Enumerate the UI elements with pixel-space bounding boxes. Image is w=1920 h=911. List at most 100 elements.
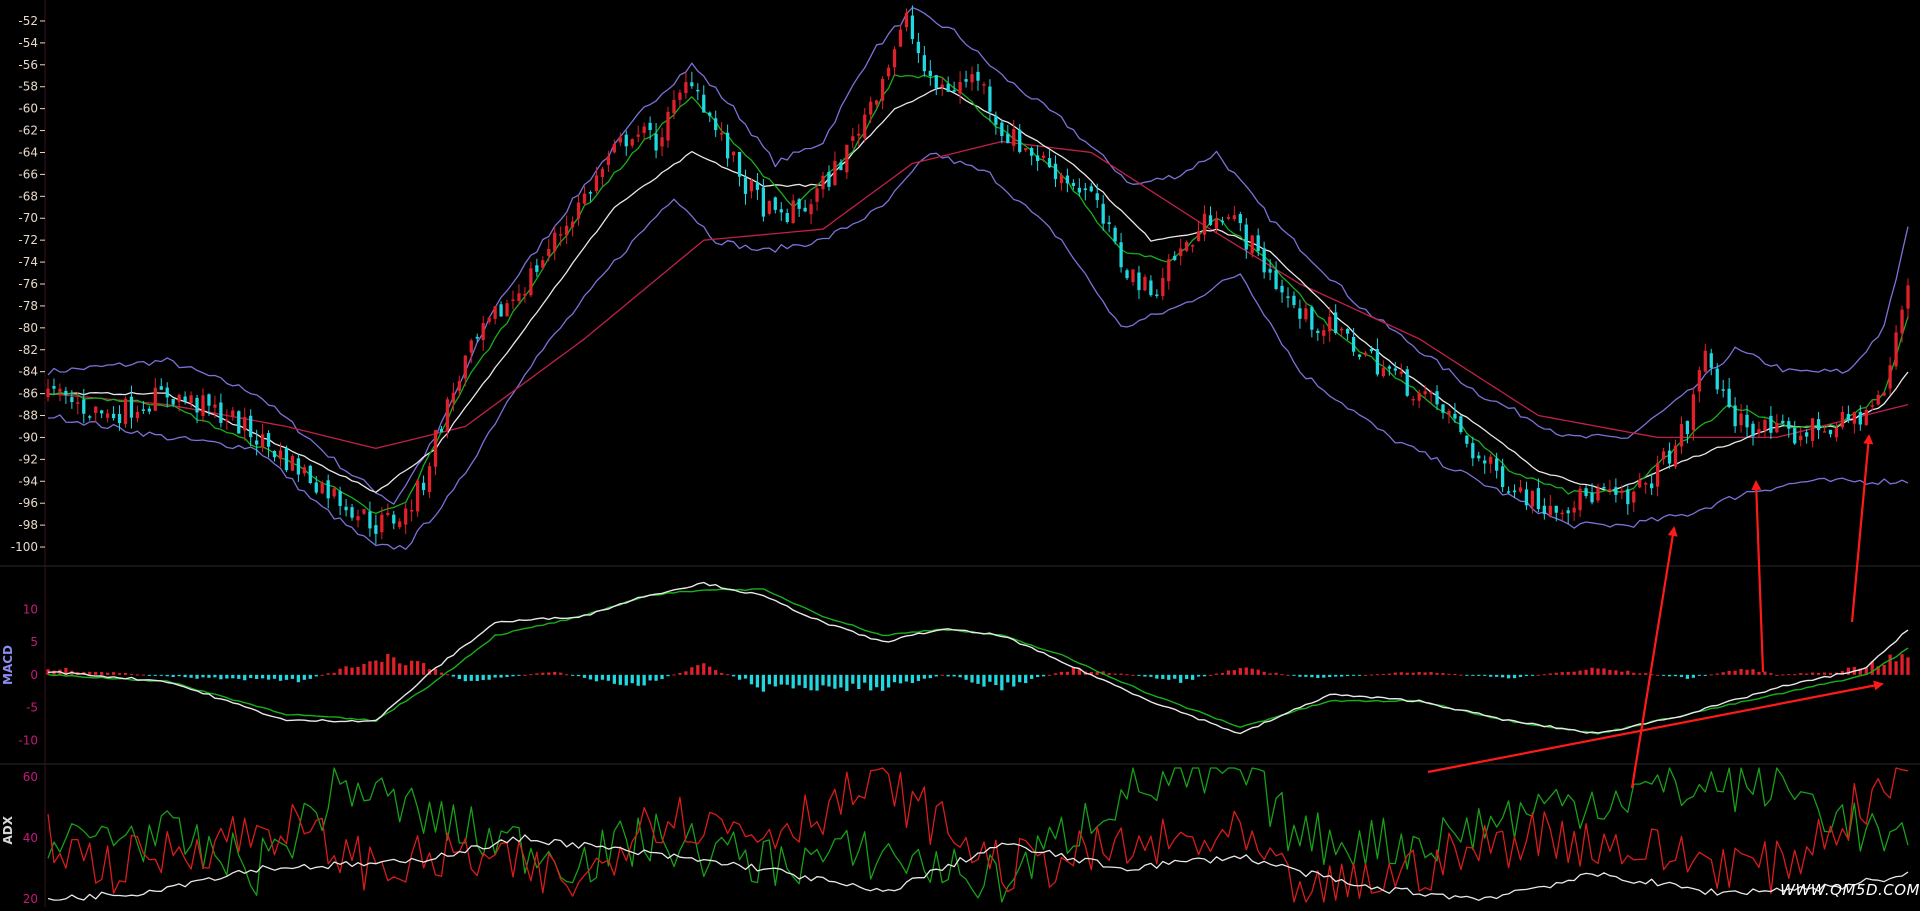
candle-down	[714, 118, 718, 131]
macd-bar-negative	[243, 674, 247, 681]
macd-bar-negative	[219, 674, 223, 680]
candle-down	[1238, 214, 1242, 224]
candle-down	[314, 482, 318, 493]
price-tick-label: -98	[18, 518, 38, 532]
candle-down	[1030, 148, 1034, 156]
macd-bar-negative	[1667, 674, 1672, 677]
candle-down	[988, 86, 992, 112]
candle-down	[1858, 411, 1862, 425]
macd-tick-label: -10	[18, 733, 38, 747]
macd-bar-negative	[910, 674, 915, 684]
adx-tick-label: 20	[23, 892, 38, 906]
candle-up	[451, 392, 456, 403]
candle-up	[904, 12, 909, 28]
candle-up	[642, 126, 646, 133]
macd-bar-negative	[570, 674, 575, 676]
macd-bar-negative	[457, 674, 461, 680]
candle-down	[1268, 269, 1272, 273]
macd-bar-positive	[714, 670, 718, 675]
candle-up	[1185, 241, 1189, 251]
macd-bar-negative	[797, 674, 801, 686]
macd-bar-negative	[278, 674, 283, 681]
macd-bar-negative	[1703, 674, 1707, 676]
candle-down	[374, 525, 378, 534]
candle-up	[1363, 352, 1368, 356]
candle-down	[1125, 270, 1129, 279]
macd-bar-negative	[1304, 674, 1308, 677]
macd-bar-negative	[1697, 674, 1701, 676]
macd-bar-negative	[898, 674, 903, 684]
candle-down	[737, 151, 742, 177]
candle-down	[1787, 421, 1791, 429]
candle-down	[1554, 505, 1558, 513]
candle-down	[1816, 419, 1821, 431]
macd-bar-negative	[869, 674, 873, 691]
macd-bar-positive	[1393, 672, 1397, 675]
macd-bar-positive	[1417, 672, 1421, 675]
candle-up	[1322, 330, 1326, 336]
macd-bar-negative	[761, 674, 766, 692]
candle-up	[1399, 371, 1403, 374]
candle-up	[1882, 392, 1886, 396]
macd-bar-positive	[1405, 672, 1409, 675]
macd-bar-negative	[1179, 674, 1183, 683]
candle-up	[529, 268, 533, 296]
candle-up	[1012, 129, 1016, 146]
macd-bar-positive	[1274, 672, 1278, 675]
macd-bar-negative	[1661, 674, 1666, 676]
candle-down	[64, 390, 68, 396]
macd-bar-negative	[1518, 674, 1523, 677]
macd-bar-negative	[791, 674, 795, 689]
candle-up	[231, 410, 235, 417]
price-tick-label: -56	[18, 58, 38, 72]
macd-bar-positive	[1727, 670, 1731, 675]
candle-up	[1190, 245, 1195, 247]
candle-up	[880, 78, 885, 101]
macd-bar-negative	[183, 674, 187, 678]
macd-bar-negative	[1292, 674, 1296, 676]
macd-bar-positive	[1459, 674, 1463, 676]
price-tick-label: -86	[18, 387, 38, 401]
macd-bar-negative	[1310, 674, 1314, 678]
macd-bar-negative	[1030, 674, 1034, 679]
macd-bar-positive	[368, 661, 372, 675]
candle-down	[266, 433, 271, 447]
macd-bar-negative	[970, 674, 974, 683]
candle-down	[421, 482, 426, 490]
macd-bar-negative	[803, 674, 807, 689]
macd-bar-negative	[612, 674, 616, 684]
candle-up	[815, 188, 819, 202]
candle-up	[869, 101, 873, 115]
candle-up	[851, 136, 855, 141]
candle-up	[213, 404, 217, 408]
macd-bar-negative	[505, 674, 509, 677]
macd-bar-negative	[231, 674, 235, 679]
macd-bar-positive	[123, 672, 128, 675]
macd-bar-negative	[272, 674, 277, 679]
macd-bar-negative	[1149, 674, 1153, 677]
macd-bar-negative	[475, 674, 479, 681]
candle-up	[1328, 316, 1332, 332]
macd-bar-positive	[553, 671, 557, 675]
annotation-arrow	[1850, 434, 1874, 623]
macd-bar-positive	[374, 660, 378, 675]
price-tick-label: -90	[18, 430, 38, 444]
candle-up	[1572, 507, 1576, 513]
macd-bar-positive	[1572, 671, 1576, 675]
candle-down	[1459, 416, 1463, 432]
adx-tick-label: 60	[23, 770, 38, 784]
macd-bar-negative	[1500, 674, 1505, 678]
macd-bar-positive	[1632, 672, 1636, 675]
macd-bar-negative	[1006, 674, 1010, 683]
macd-bar-negative	[1316, 674, 1320, 678]
candle-down	[284, 447, 289, 471]
annotation-arrow	[1427, 680, 1884, 774]
macd-bar-negative	[201, 674, 205, 678]
macd-bar-negative	[958, 674, 962, 678]
candle-down	[1614, 487, 1618, 495]
macd-bar-negative	[1506, 674, 1511, 679]
candle-down	[1256, 235, 1260, 252]
macd-dea-line	[47, 588, 1909, 735]
candle-down	[308, 465, 312, 484]
macd-bar-negative	[654, 674, 658, 681]
